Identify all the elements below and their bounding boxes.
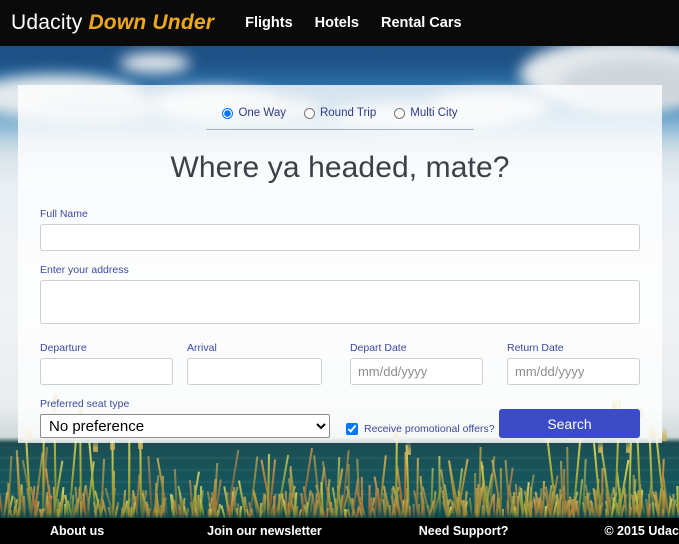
arrival-input[interactable] bbox=[187, 358, 322, 385]
section-divider bbox=[206, 129, 474, 130]
nav-link-rental-cars[interactable]: Rental Cars bbox=[381, 15, 462, 31]
top-navigation-bar: Udacity Down Under Flights Hotels Rental … bbox=[0, 0, 679, 46]
trip-type-round-trip[interactable]: Round Trip bbox=[304, 107, 376, 119]
departure-input[interactable] bbox=[40, 358, 173, 385]
radio-multi-city[interactable] bbox=[394, 108, 405, 119]
nav-link-flights[interactable]: Flights bbox=[245, 15, 293, 31]
label-address: Enter your address bbox=[40, 264, 640, 276]
footer-bar: About us Join our newsletter Need Suppor… bbox=[0, 518, 679, 544]
radio-round-trip[interactable] bbox=[304, 108, 315, 119]
label-return-date: Return Date bbox=[507, 342, 640, 354]
return-date-field: Return Date bbox=[507, 342, 640, 385]
trip-type-one-way[interactable]: One Way bbox=[222, 107, 286, 119]
trip-type-multi-city[interactable]: Multi City bbox=[394, 107, 457, 119]
depart-date-input[interactable] bbox=[350, 358, 483, 385]
logo-primary-text: Udacity bbox=[11, 11, 82, 34]
label-departure: Departure bbox=[40, 342, 173, 354]
page-title: Where ya headed, mate? bbox=[18, 151, 662, 185]
seat-type-field: Preferred seat type No preferenceAisleWi… bbox=[40, 398, 330, 438]
seat-type-select[interactable]: No preferenceAisleWindowMiddle bbox=[40, 414, 330, 438]
search-button[interactable]: Search bbox=[499, 409, 640, 438]
footer-link-support[interactable]: Need Support? bbox=[419, 524, 509, 538]
label-depart-date: Depart Date bbox=[350, 342, 483, 354]
footer-link-newsletter[interactable]: Join our newsletter bbox=[207, 524, 322, 538]
radio-label-multi-city[interactable]: Multi City bbox=[410, 107, 457, 119]
search-form-panel: One Way Round Trip Multi City Where ya h… bbox=[18, 85, 662, 443]
return-date-input[interactable] bbox=[507, 358, 640, 385]
departure-field: Departure bbox=[40, 342, 173, 385]
trip-details-row: Departure Arrival Depart Date Return Dat… bbox=[40, 342, 640, 385]
depart-date-field: Depart Date bbox=[350, 342, 483, 385]
promo-checkbox-field: Receive promotional offers? bbox=[346, 423, 495, 435]
label-arrival: Arrival bbox=[187, 342, 322, 354]
form-actions-row: Preferred seat type No preferenceAisleWi… bbox=[40, 398, 640, 438]
site-logo[interactable]: Udacity Down Under bbox=[11, 11, 214, 35]
footer-link-about-us[interactable]: About us bbox=[50, 524, 104, 538]
promo-checkbox[interactable] bbox=[346, 423, 358, 435]
footer-copyright: © 2015 Udacity bbox=[604, 524, 679, 538]
radio-label-round-trip[interactable]: Round Trip bbox=[320, 107, 376, 119]
promo-checkbox-label[interactable]: Receive promotional offers? bbox=[364, 423, 495, 435]
label-full-name: Full Name bbox=[40, 208, 640, 220]
nav-link-hotels[interactable]: Hotels bbox=[315, 15, 359, 31]
form-body: Full Name Enter your address Departure A… bbox=[18, 208, 662, 438]
radio-label-one-way[interactable]: One Way bbox=[238, 107, 286, 119]
address-textarea[interactable] bbox=[40, 280, 640, 324]
cloud-shape bbox=[120, 53, 190, 73]
nav-links: Flights Hotels Rental Cars bbox=[245, 15, 483, 31]
radio-one-way[interactable] bbox=[222, 108, 233, 119]
arrival-field: Arrival bbox=[187, 342, 322, 385]
trip-type-radio-group: One Way Round Trip Multi City bbox=[18, 85, 662, 119]
full-name-input[interactable] bbox=[40, 224, 640, 251]
label-seat-type: Preferred seat type bbox=[40, 398, 330, 410]
logo-accent-text: Down Under bbox=[88, 11, 214, 34]
